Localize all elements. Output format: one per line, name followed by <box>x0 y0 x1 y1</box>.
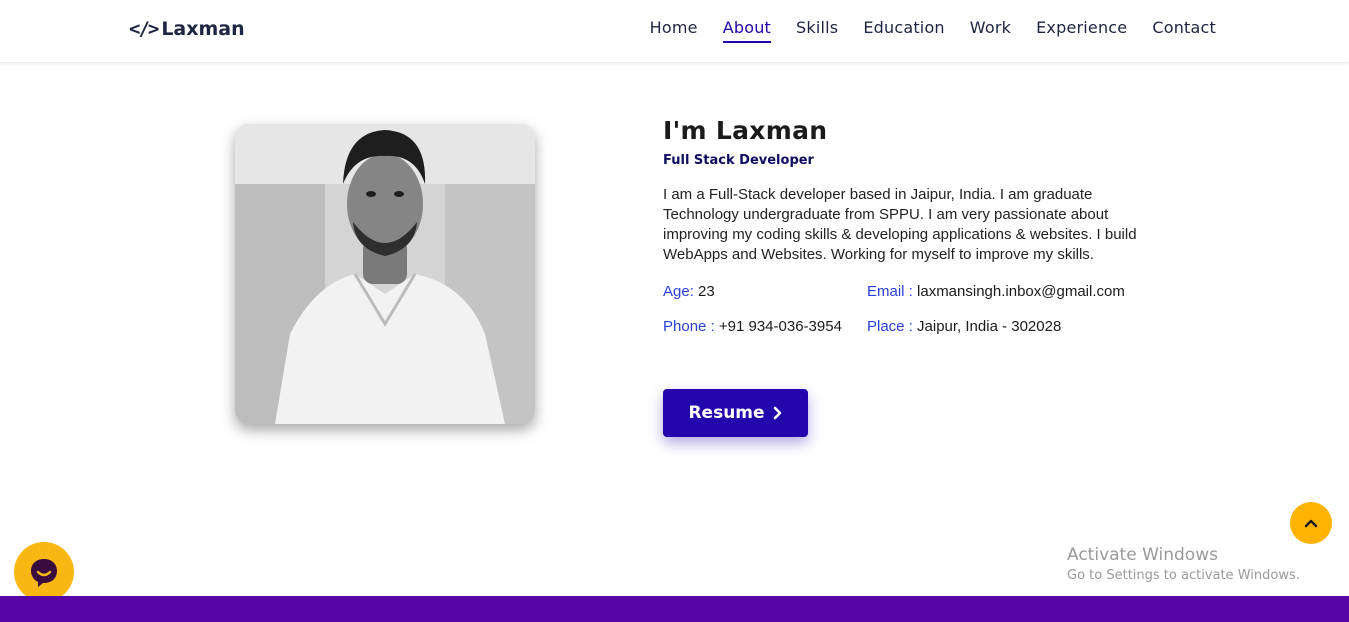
nav-education[interactable]: Education <box>863 18 944 43</box>
nav-work[interactable]: Work <box>970 18 1011 43</box>
chat-icon <box>31 559 57 587</box>
info-age: Age: 23 <box>663 283 715 300</box>
nav-about[interactable]: About <box>722 18 772 43</box>
info-email: Email : laxmansingh.inbox@gmail.com <box>867 283 1125 300</box>
age-value: 23 <box>698 283 715 300</box>
footer-bar <box>0 596 1349 622</box>
windows-activation-watermark: Activate Windows Go to Settings to activ… <box>1067 545 1300 583</box>
nav-experience[interactable]: Experience <box>1036 18 1127 43</box>
about-role: Full Stack Developer <box>663 153 814 168</box>
watermark-subtitle: Go to Settings to activate Windows. <box>1067 568 1300 583</box>
main-nav: Home About Skills Education Work Experie… <box>650 18 1216 43</box>
place-label: Place : <box>867 318 913 335</box>
chat-button[interactable] <box>14 542 74 602</box>
email-label: Email : <box>867 283 913 300</box>
age-label: Age: <box>663 283 694 300</box>
info-place: Place : Jaipur, India - 302028 <box>867 318 1061 335</box>
scroll-to-top-button[interactable] <box>1290 502 1332 544</box>
nav-skills[interactable]: Skills <box>796 18 838 43</box>
logo[interactable]: </> Laxman <box>129 15 245 43</box>
phone-label: Phone : <box>663 318 715 335</box>
logo-text: Laxman <box>161 18 245 40</box>
email-value[interactable]: laxmansingh.inbox@gmail.com <box>917 283 1125 300</box>
resume-label: Resume <box>688 403 765 423</box>
about-section: I'm Laxman Full Stack Developer I am a F… <box>663 116 1163 265</box>
chevron-up-icon <box>1304 519 1318 528</box>
about-name: I'm Laxman <box>663 116 828 145</box>
watermark-title: Activate Windows <box>1067 545 1218 565</box>
code-icon: </> <box>129 18 159 40</box>
about-bio: I am a Full-Stack developer based in Jai… <box>663 186 1137 263</box>
chevron-right-icon <box>773 406 781 420</box>
place-value: Jaipur, India - 302028 <box>917 318 1062 335</box>
resume-button[interactable]: Resume <box>663 389 808 437</box>
site-header: </> Laxman Home About Skills Education W… <box>0 0 1349 62</box>
nav-home[interactable]: Home <box>650 18 698 43</box>
info-phone: Phone : +91 934-036-3954 <box>663 318 842 335</box>
profile-photo-illustration <box>235 124 535 424</box>
phone-value[interactable]: +91 934-036-3954 <box>719 318 842 335</box>
profile-photo <box>235 124 535 424</box>
nav-contact[interactable]: Contact <box>1152 18 1216 43</box>
